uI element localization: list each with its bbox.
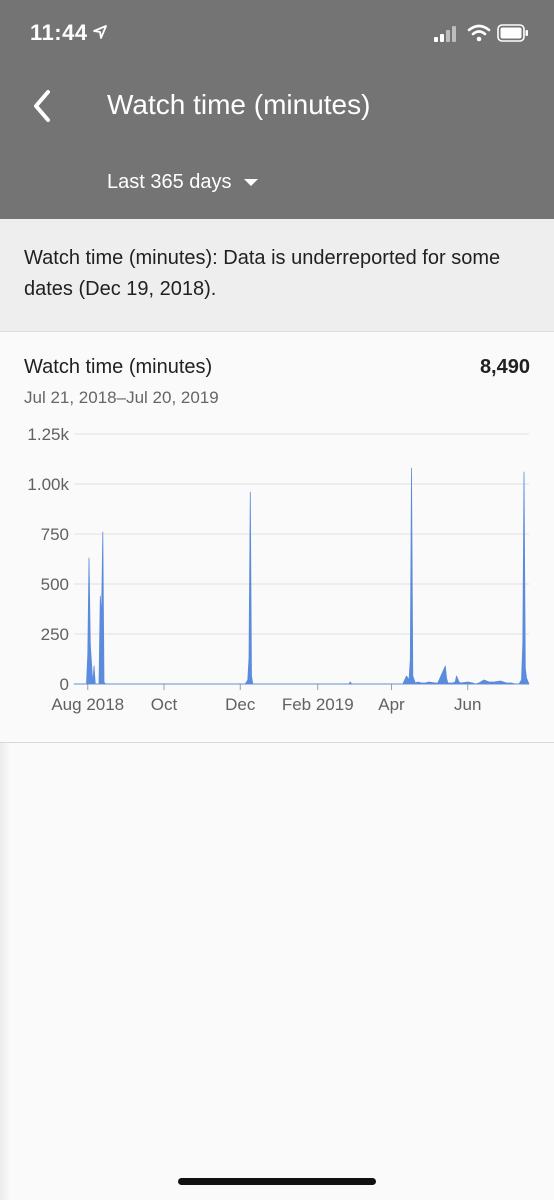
x-tick-label: Aug 2018 (51, 695, 124, 714)
date-range-dropdown[interactable]: Last 365 days (107, 171, 258, 194)
x-tick-label: Oct (151, 695, 178, 714)
wifi-icon (467, 24, 491, 42)
y-tick-label: 750 (41, 525, 69, 544)
y-tick-label: 0 (60, 675, 69, 694)
date-range-label: Last 365 days (107, 171, 232, 193)
status-time: 11:44 (30, 20, 88, 45)
home-indicator[interactable] (178, 1178, 376, 1185)
page-title: Watch time (minutes) (107, 89, 371, 120)
x-tick-label: Feb 2019 (282, 695, 354, 714)
underreported-notice: Watch time (minutes): Data is underrepor… (0, 219, 554, 332)
notice-text: Watch time (minutes): Data is underrepor… (24, 247, 501, 300)
header-bar: 11:44 Watch time (minutes) Last 365 days (0, 0, 554, 219)
x-tick-label: Apr (378, 695, 405, 714)
x-tick-label: Jun (454, 695, 481, 714)
watch-time-chart: 0 250 500 750 1.00k 1.25k Aug 2018 Oct Dec Feb 20… (27, 425, 530, 714)
location-arrow-icon (93, 25, 107, 39)
edge-shadow (0, 743, 10, 1200)
y-tick-label: 1.00k (27, 475, 69, 494)
watch-time-area (73, 467, 530, 685)
back-arrow-icon[interactable] (30, 86, 66, 126)
y-tick-label: 500 (41, 575, 69, 594)
x-tick-label: Dec (225, 695, 256, 714)
y-tick-label: 250 (41, 625, 69, 644)
dropdown-caret-icon (243, 179, 258, 186)
y-tick-label: 1.25k (27, 425, 69, 444)
battery-icon (497, 24, 528, 42)
signal-icon (434, 26, 456, 42)
